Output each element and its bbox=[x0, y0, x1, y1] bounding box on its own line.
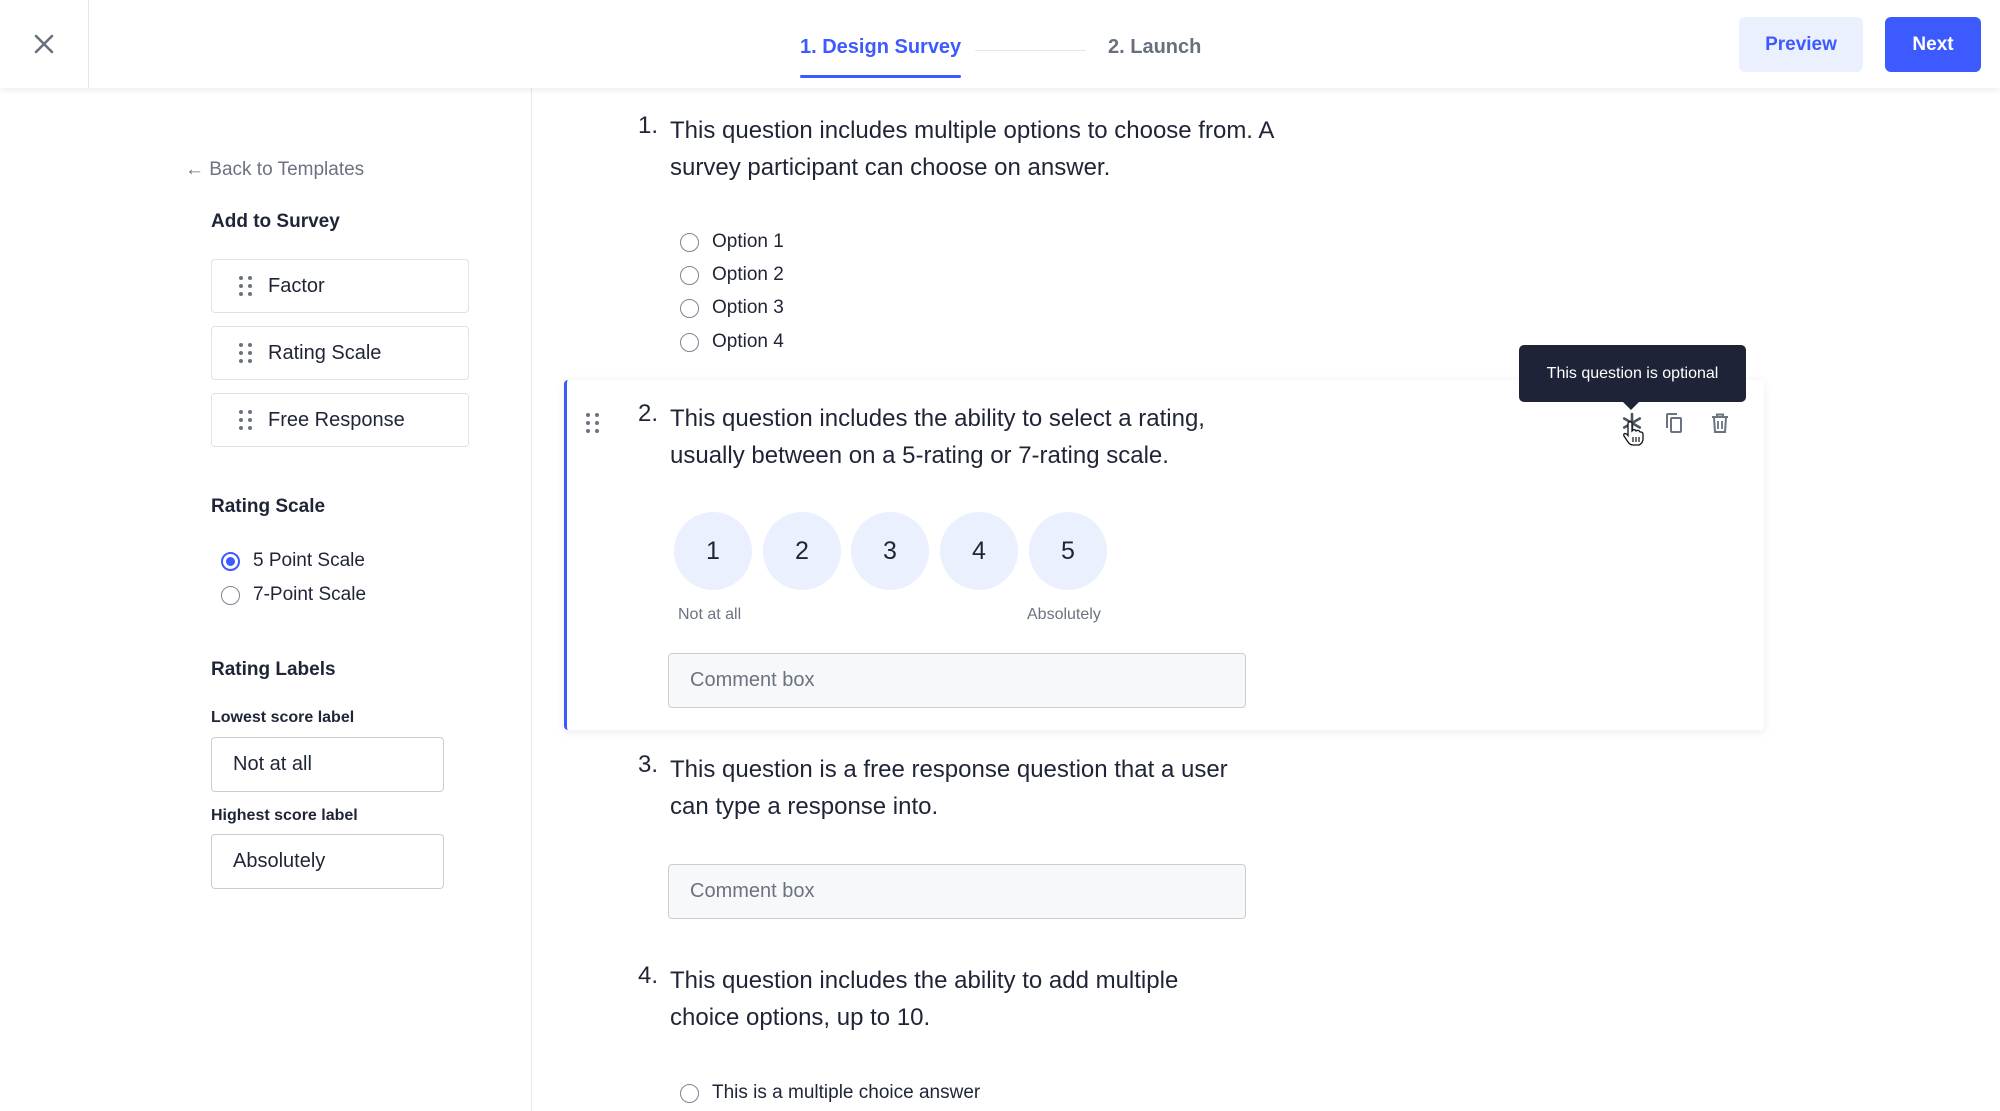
hand-cursor-icon bbox=[1622, 420, 1644, 451]
drag-handle-icon bbox=[239, 410, 252, 430]
high-scale-label: Absolutely bbox=[1027, 606, 1101, 623]
question-number: 4. bbox=[638, 962, 659, 989]
add-to-survey-title: Add to Survey bbox=[211, 211, 340, 232]
question-text-line: usually between on a 5-rating or 7-ratin… bbox=[670, 442, 1169, 469]
low-scale-label: Not at all bbox=[678, 606, 742, 623]
add-item-free-response[interactable]: Free Response bbox=[211, 393, 469, 447]
radio-unchecked[interactable] bbox=[680, 265, 699, 285]
radio-label: 5 Point Scale bbox=[253, 550, 365, 571]
q1-option-3[interactable]: Option 3 bbox=[680, 297, 784, 319]
rating-option-1[interactable]: 1 bbox=[674, 512, 752, 590]
close-button[interactable] bbox=[0, 0, 89, 88]
rating-option-5[interactable]: 5 bbox=[1029, 512, 1107, 590]
optional-tooltip: This question is optional bbox=[1519, 345, 1746, 410]
question-text-line: This question includes the ability to se… bbox=[670, 405, 1205, 432]
question-4-text: This question includes the ability to ad… bbox=[670, 962, 1390, 1036]
preview-button[interactable]: Preview bbox=[1739, 17, 1863, 72]
drag-handle-icon bbox=[239, 343, 252, 363]
question-number: 1. bbox=[638, 112, 659, 139]
question-text-line: survey participant can choose on answer. bbox=[670, 154, 1111, 181]
rating-option-3[interactable]: 3 bbox=[851, 512, 929, 590]
delete-button[interactable] bbox=[1707, 410, 1733, 436]
copy-icon bbox=[1666, 413, 1682, 433]
q1-option-4[interactable]: Option 4 bbox=[680, 331, 784, 353]
q1-option-2[interactable]: Option 2 bbox=[680, 264, 784, 286]
question-text-line: This question is a free response questio… bbox=[670, 756, 1228, 783]
question-text-line: This question includes the ability to ad… bbox=[670, 967, 1179, 994]
question-3-text: This question is a free response questio… bbox=[670, 751, 1390, 825]
next-button[interactable]: Next bbox=[1885, 17, 1981, 72]
rating-scale-title: Rating Scale bbox=[211, 496, 326, 517]
radio-unchecked[interactable] bbox=[680, 298, 699, 318]
add-item-rating-scale[interactable]: Rating Scale bbox=[211, 326, 469, 380]
radio-unchecked[interactable] bbox=[221, 585, 240, 605]
question-text-line: choice options, up to 10. bbox=[670, 1004, 931, 1031]
add-item-factor[interactable]: Factor bbox=[211, 259, 469, 313]
rating-option-2[interactable]: 2 bbox=[763, 512, 841, 590]
top-bar: 1. Design Survey 2. Launch Preview Next bbox=[0, 0, 2000, 88]
q2-comment-box[interactable] bbox=[668, 653, 1246, 708]
option-label: Option 2 bbox=[712, 264, 784, 285]
tab-design-survey[interactable]: 1. Design Survey bbox=[800, 36, 962, 78]
step-connector bbox=[975, 50, 1086, 51]
radio-checked[interactable] bbox=[221, 551, 240, 571]
add-item-label: Factor bbox=[268, 274, 325, 297]
trash-icon bbox=[1712, 413, 1728, 433]
back-to-templates-link[interactable]: ← Back to Templates bbox=[185, 159, 364, 181]
radio-unchecked[interactable] bbox=[680, 1083, 699, 1103]
question-1-text: This question includes multiple options … bbox=[670, 112, 1390, 186]
q4-option-1[interactable]: This is a multiple choice answer bbox=[680, 1082, 980, 1104]
radio-unchecked[interactable] bbox=[680, 332, 699, 352]
radio-unchecked[interactable] bbox=[680, 232, 699, 252]
add-item-label: Rating Scale bbox=[268, 341, 382, 364]
q1-option-1[interactable]: Option 1 bbox=[680, 231, 784, 253]
question-text-line: can type a response into. bbox=[670, 793, 939, 820]
add-item-label: Free Response bbox=[268, 408, 405, 431]
highest-score-input[interactable] bbox=[211, 834, 444, 889]
lowest-score-label: Lowest score label bbox=[211, 709, 355, 726]
option-label: Option 3 bbox=[712, 297, 784, 318]
drag-handle-icon bbox=[239, 276, 252, 296]
question-2-text: This question includes the ability to se… bbox=[670, 400, 1390, 474]
radio-7-point-scale[interactable]: 7-Point Scale bbox=[221, 584, 366, 606]
option-label: This is a multiple choice answer bbox=[712, 1082, 981, 1103]
duplicate-button[interactable] bbox=[1661, 410, 1687, 436]
close-icon bbox=[34, 34, 54, 54]
radio-label: 7-Point Scale bbox=[253, 584, 367, 605]
rating-option-4[interactable]: 4 bbox=[940, 512, 1018, 590]
radio-5-point-scale[interactable]: 5 Point Scale bbox=[221, 550, 365, 572]
option-label: Option 1 bbox=[712, 231, 784, 252]
highest-score-label: Highest score label bbox=[211, 807, 358, 824]
rating-labels-title: Rating Labels bbox=[211, 659, 336, 680]
drag-handle-icon[interactable] bbox=[586, 413, 599, 433]
q3-comment-box[interactable] bbox=[668, 864, 1246, 919]
sidebar-divider bbox=[531, 88, 532, 1111]
option-label: Option 4 bbox=[712, 331, 784, 352]
question-text-line: This question includes multiple options … bbox=[670, 117, 1275, 144]
lowest-score-input[interactable] bbox=[211, 737, 444, 792]
tab-launch[interactable]: 2. Launch bbox=[1108, 36, 1201, 78]
question-number: 3. bbox=[638, 751, 659, 778]
question-number: 2. bbox=[638, 400, 659, 427]
